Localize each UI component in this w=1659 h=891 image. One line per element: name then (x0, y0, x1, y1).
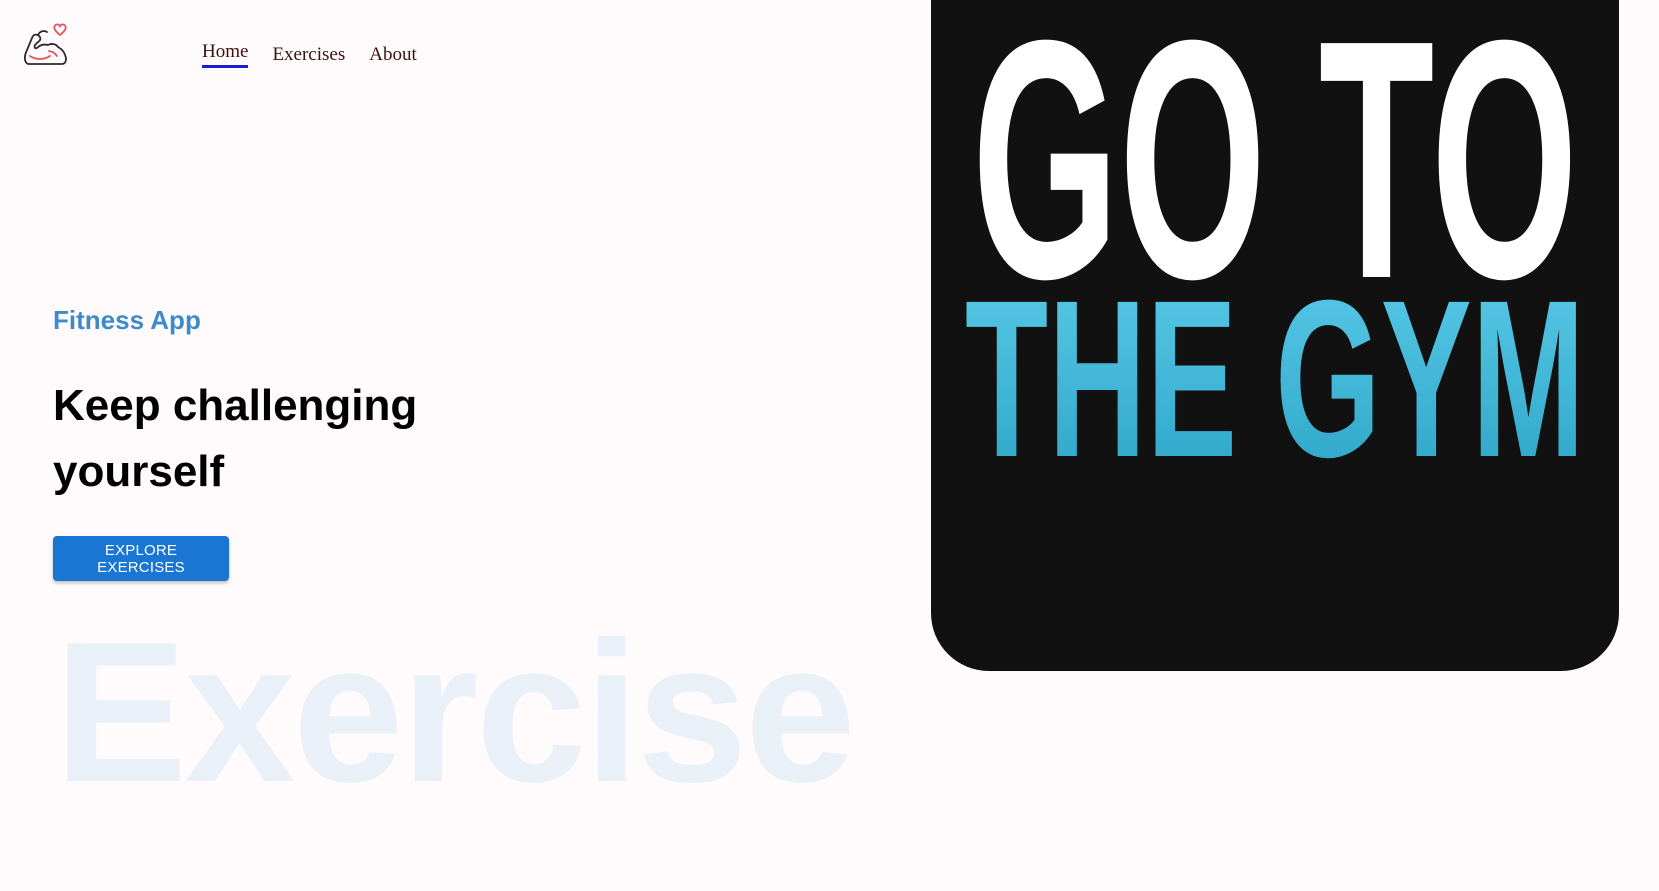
main-nav: Home Exercises About (202, 41, 417, 68)
nav-link-about[interactable]: About (369, 44, 417, 68)
hero-headline: Keep challenging yourself (53, 381, 418, 496)
nav-link-exercises[interactable]: Exercises (272, 44, 345, 68)
explore-exercises-button[interactable]: EXPLORE EXERCISES (53, 536, 229, 581)
hero-banner-image: GO TO THE GYM (931, 0, 1619, 671)
banner-line-2: THE GYM (965, 254, 1585, 504)
nav-link-home[interactable]: Home (202, 41, 249, 68)
hero-kicker: Fitness App (53, 305, 201, 335)
app-logo[interactable] (22, 18, 70, 68)
hero-watermark: Exercise (54, 601, 856, 824)
flexed-arm-heart-icon (23, 23, 67, 65)
go-to-the-gym-graphic: GO TO THE GYM (965, 0, 1585, 504)
